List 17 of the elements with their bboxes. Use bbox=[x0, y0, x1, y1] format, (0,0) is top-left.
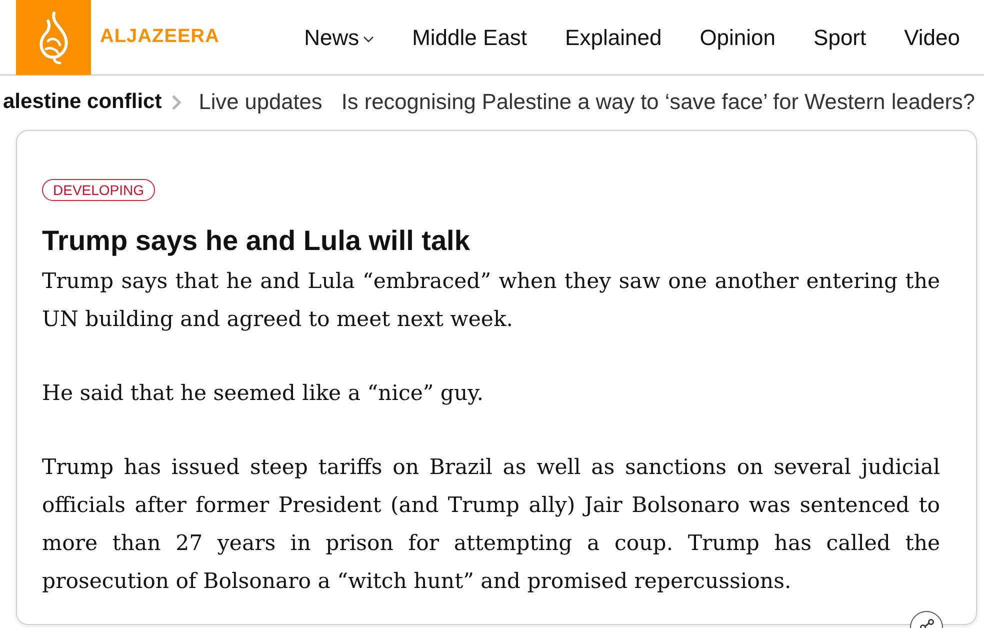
post-title: Trump says he and Lula will talk bbox=[42, 224, 471, 257]
developing-badge: DEVELOPING bbox=[42, 179, 156, 201]
nav-link[interactable]: Explained bbox=[565, 20, 662, 54]
nav-link[interactable]: Video bbox=[904, 20, 960, 54]
nav-link[interactable]: Opinion bbox=[700, 20, 776, 54]
breadcrumb-section[interactable]: alestine conflict bbox=[3, 86, 162, 118]
chevron-down-icon bbox=[363, 36, 374, 42]
chevron-right-icon bbox=[170, 94, 182, 110]
breadcrumb-link[interactable]: Is recognising Palestine a way to ‘save face’ for Western leaders? bbox=[341, 86, 975, 118]
post-paragraph: Trump says that he and Lula “embraced” when they saw one another entering the UN building and agreed to meet next week. bbox=[42, 267, 940, 333]
post-paragraph: Trump has issued steep tariffs on Brazil as well as sanctions on several judicial officials after former President (and Trump ally) Jair Bolsonaro was sentenced to more than 27 years in prison for attempting a coup. Trump has called the prosecution of Bolsonaro a “witch hunt” and promised repercussions. bbox=[42, 453, 940, 595]
breadcrumb-link[interactable]: Live updates bbox=[198, 86, 322, 118]
nav-link[interactable]: Sport bbox=[814, 20, 866, 54]
logo-tile[interactable] bbox=[16, 0, 91, 75]
nav-link[interactable]: Middle East bbox=[412, 20, 528, 54]
nav-link[interactable]: News bbox=[304, 20, 374, 54]
post-paragraph: He said that he seemed like a “nice” guy. bbox=[42, 379, 485, 407]
